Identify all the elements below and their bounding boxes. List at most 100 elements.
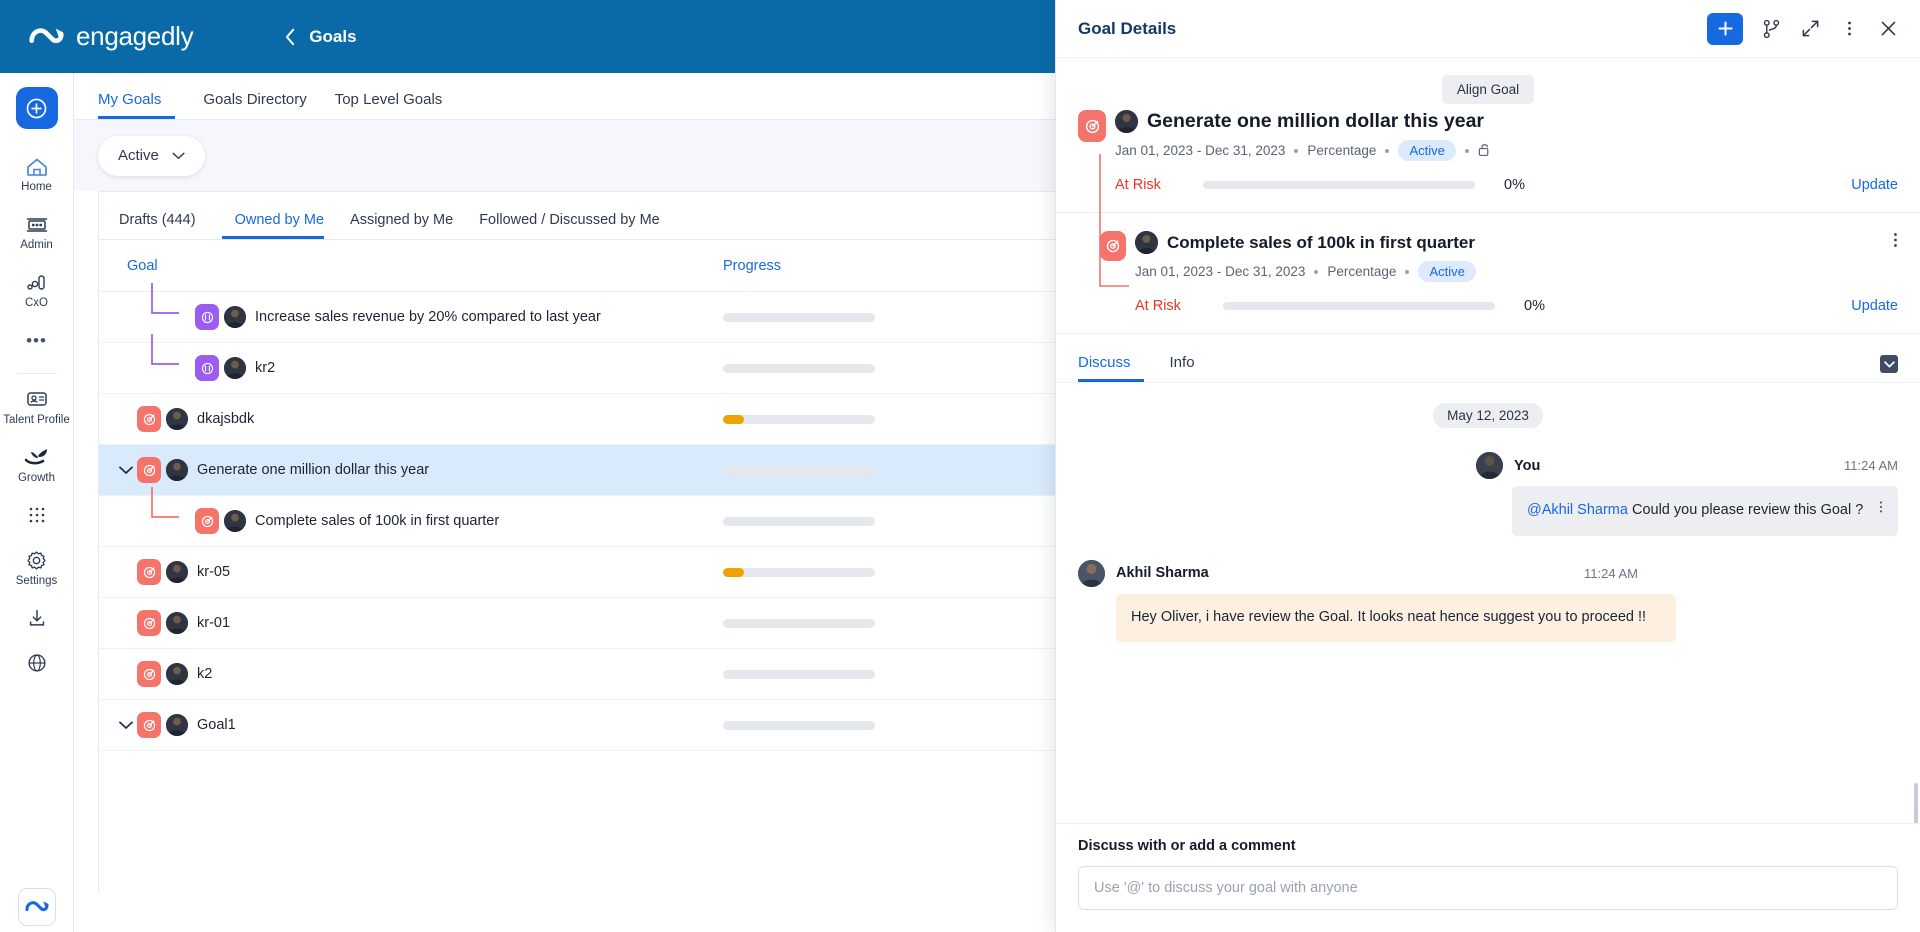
panel-scrollbar[interactable] (1914, 783, 1918, 823)
progress-cell (709, 567, 909, 577)
avatar (1078, 559, 1105, 587)
breadcrumb[interactable]: Goals (285, 27, 357, 47)
globe-icon (24, 651, 50, 675)
sub-goal-progress-row: At Risk 0% Update (1135, 298, 1898, 314)
goal-dates: Jan 01, 2023 - Dec 31, 2023 (1115, 143, 1286, 158)
goal-name[interactable]: Complete sales of 100k in first quarter (255, 513, 499, 529)
sidebar-item-admin[interactable]: Admin (0, 203, 74, 261)
goal-target-icon (137, 661, 161, 687)
sidebar-item-apps[interactable] (0, 494, 74, 539)
tab-assigned-by-me[interactable]: Assigned by Me (337, 212, 466, 239)
separator-dot (1294, 148, 1299, 153)
tab-discuss[interactable]: Discuss (1078, 354, 1144, 382)
gear-icon (24, 548, 50, 572)
expand-panel-button[interactable] (1799, 18, 1821, 40)
goal-name[interactable]: Increase sales revenue by 20% compared t… (255, 309, 601, 325)
goal-name[interactable]: Goal1 (197, 717, 236, 733)
goal-name[interactable]: Generate one million dollar this year (197, 462, 429, 478)
column-header-progress[interactable]: Progress (709, 258, 909, 274)
sidebar-item-label: Settings (15, 575, 58, 588)
progress-bar (723, 567, 875, 577)
parent-goal-title: Generate one million dollar this year (1147, 110, 1485, 132)
global-add-button[interactable] (15, 87, 58, 129)
expand-toggle-icon[interactable] (115, 720, 137, 730)
avatar (1115, 110, 1138, 133)
chevron-down-icon (172, 152, 185, 159)
chat-bubble: @Akhil Sharma Could you please review th… (1512, 486, 1898, 536)
goal-name[interactable]: kr2 (255, 360, 275, 376)
collapse-section-button[interactable] (1880, 355, 1898, 373)
sidebar-item-label: Growth (17, 471, 56, 484)
composer-label: Discuss with or add a comment (1078, 838, 1296, 854)
avatar (166, 612, 188, 634)
download-icon (24, 606, 50, 630)
update-goal-link[interactable]: Update (1851, 177, 1898, 193)
tab-followed-discussed-by-me[interactable]: Followed / Discussed by Me (466, 212, 673, 239)
goal-name[interactable]: kr-05 (197, 564, 230, 580)
sub-goal-title: Complete sales of 100k in first quarter (1167, 232, 1475, 252)
chat-mention[interactable]: @Akhil Sharma (1527, 502, 1628, 518)
unlocked-icon[interactable] (1478, 142, 1491, 160)
primary-tabs: My Goals Goals Directory Top Level Goals (74, 73, 1055, 120)
separator-dot (1314, 269, 1319, 274)
chat-message: Akhil Sharma 11:24 AM Hey Oliver, i have… (1078, 559, 1898, 642)
avatar (1135, 231, 1158, 254)
sub-goal-more-menu-button[interactable] (1893, 231, 1898, 254)
panel-more-menu-button[interactable] (1838, 18, 1860, 40)
update-goal-link[interactable]: Update (1851, 298, 1898, 314)
close-panel-button[interactable] (1877, 18, 1899, 40)
goal-name[interactable]: kr-01 (197, 615, 230, 631)
app-root: engagedly Goals Home Admin CxO ••• Talen… (0, 0, 1920, 932)
goal-cell: k2 (99, 649, 709, 700)
sidebar-item-globe[interactable] (0, 642, 74, 687)
chat-message-menu-button[interactable] (1879, 499, 1883, 523)
progress-bar (723, 363, 875, 373)
column-header-goal[interactable]: Goal (99, 258, 709, 274)
risk-label: At Risk (1135, 298, 1181, 314)
goal-cell: kr-01 (99, 598, 709, 649)
app-logo-badge[interactable] (17, 888, 56, 926)
tab-owned-by-me[interactable]: Owned by Me (221, 212, 337, 239)
brand-name: engagedly (76, 21, 194, 51)
goal-target-icon (137, 712, 161, 738)
tab-top-level-goals[interactable]: Top Level Goals (321, 91, 457, 119)
sidebar-item-settings[interactable]: Settings (0, 539, 74, 597)
top-header-bar: engagedly Goals (0, 0, 1055, 73)
parent-goal-title-row: Generate one million dollar this year (1115, 110, 1898, 133)
goal-target-icon (195, 508, 219, 534)
align-goal-button[interactable]: Align Goal (1441, 75, 1535, 104)
sidebar-item-talent-profile[interactable]: Talent Profile (0, 378, 74, 436)
tab-drafts[interactable]: Drafts (444) (119, 212, 209, 239)
brand-logo[interactable]: engagedly (28, 21, 194, 52)
sidebar-item-label: Talent Profile (3, 413, 70, 426)
sidebar-item-growth[interactable]: Growth (0, 436, 74, 494)
date-divider-row: May 12, 2023 (1078, 383, 1898, 438)
sidebar-item-home[interactable]: Home (0, 145, 74, 203)
status-badge: Active (1398, 140, 1456, 161)
comment-input[interactable] (1078, 866, 1898, 910)
progress-bar (723, 669, 875, 679)
tab-info[interactable]: Info (1157, 354, 1208, 382)
tab-goals-directory[interactable]: Goals Directory (189, 91, 320, 119)
align-tree-button[interactable] (1760, 18, 1782, 40)
status-filter-dropdown[interactable]: Active (98, 135, 205, 176)
chat-timestamp: 11:24 AM (1844, 458, 1898, 473)
progress-bar (1223, 302, 1495, 310)
chevron-left-icon[interactable] (285, 28, 296, 46)
goal-dates: Jan 01, 2023 - Dec 31, 2023 (1135, 264, 1306, 279)
expand-toggle-icon[interactable] (115, 465, 137, 475)
goal-target-icon (137, 457, 161, 483)
progress-bar (723, 414, 875, 424)
sidebar-item-downloads[interactable] (0, 597, 74, 642)
goal-name[interactable]: dkajsbdk (197, 411, 254, 427)
progress-cell (709, 618, 909, 628)
tab-my-goals[interactable]: My Goals (98, 91, 176, 119)
goal-name[interactable]: k2 (197, 666, 212, 682)
progress-cell (709, 516, 909, 526)
progress-cell (709, 363, 909, 373)
sidebar-item-label: CxO (25, 297, 48, 310)
sidebar-item-cxo[interactable]: CxO (0, 261, 74, 319)
add-goal-button[interactable] (1707, 12, 1743, 45)
sidebar-item-more[interactable]: ••• (0, 320, 74, 365)
panel-actions (1707, 12, 1899, 45)
